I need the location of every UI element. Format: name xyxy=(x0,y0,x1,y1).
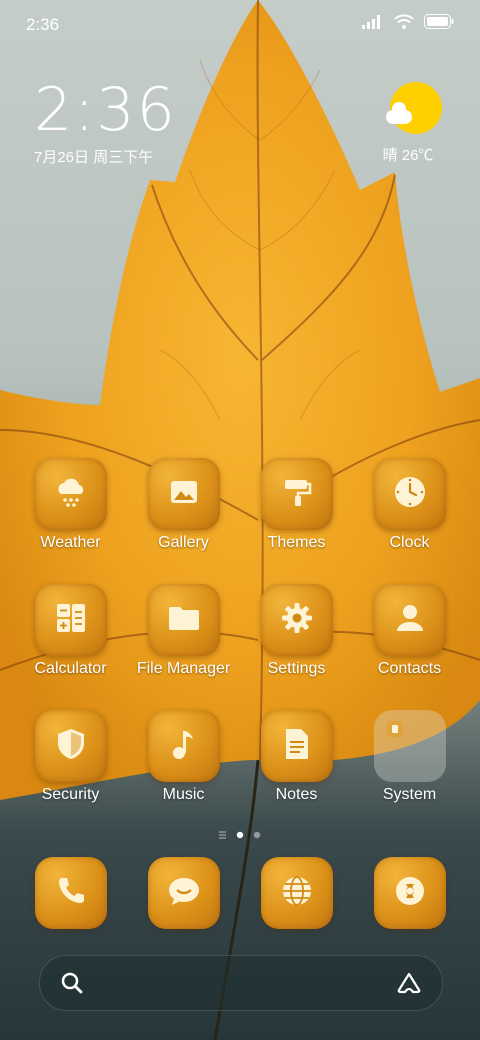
app-label: Themes xyxy=(267,534,326,551)
app-contacts[interactable]: Contacts xyxy=(353,584,466,678)
widget-date: 7月26日 周三下午 xyxy=(34,149,154,166)
message-icon xyxy=(166,875,202,912)
app-settings[interactable]: Settings xyxy=(240,584,353,678)
status-bar: 2:36 xyxy=(0,0,480,50)
assistant-icon[interactable] xyxy=(396,971,422,1000)
app-label: Notes xyxy=(275,786,318,803)
widget-time: 2:36 xyxy=(34,75,177,145)
image-icon xyxy=(167,475,201,514)
music-note-icon xyxy=(169,727,199,766)
app-label: Calculator xyxy=(34,660,107,677)
app-clock[interactable]: Clock xyxy=(353,458,466,552)
dock-camera[interactable] xyxy=(353,857,466,929)
app-music[interactable]: Music xyxy=(127,710,240,804)
signal-icon xyxy=(362,14,384,34)
search-bar[interactable] xyxy=(39,955,443,1011)
note-icon xyxy=(283,727,311,766)
search-icon xyxy=(60,971,84,1000)
app-label: Weather xyxy=(40,534,101,551)
app-system-folder[interactable]: System xyxy=(353,710,466,804)
list-icon xyxy=(219,831,226,839)
dock-browser[interactable] xyxy=(240,857,353,929)
gear-icon xyxy=(279,600,315,641)
sunny-cloud-icon xyxy=(386,82,442,134)
calculator-icon xyxy=(54,601,88,640)
app-label: Music xyxy=(162,786,205,803)
clock-widget[interactable]: 2:36 7月26日 周三下午 xyxy=(34,78,177,167)
app-security[interactable]: Security xyxy=(14,710,127,804)
battery-icon xyxy=(424,14,454,34)
cloud-snow-icon xyxy=(53,474,89,515)
app-calculator[interactable]: Calculator xyxy=(14,584,127,678)
app-notes[interactable]: Notes xyxy=(240,710,353,804)
dock-phone[interactable] xyxy=(14,857,127,929)
person-icon xyxy=(393,601,427,640)
app-label: Gallery xyxy=(158,534,209,551)
weather-widget[interactable]: 晴 26℃ xyxy=(382,82,446,165)
dock-messages[interactable] xyxy=(127,857,240,929)
app-label: Settings xyxy=(267,660,326,677)
folder-icon xyxy=(166,601,202,640)
app-file-manager[interactable]: File Manager xyxy=(127,584,240,678)
camera-icon xyxy=(393,874,427,913)
app-label: System xyxy=(382,786,437,803)
phone-icon xyxy=(55,875,87,912)
paint-roller-icon xyxy=(280,475,314,514)
page-dot-active xyxy=(236,831,244,839)
folder-group-icon xyxy=(386,720,404,743)
app-label: Clock xyxy=(389,534,430,551)
app-themes[interactable]: Themes xyxy=(240,458,353,552)
status-time: 2:36 xyxy=(26,15,60,34)
clock-icon xyxy=(392,474,428,515)
browser-icon xyxy=(280,874,314,913)
app-weather[interactable]: Weather xyxy=(14,458,127,552)
page-indicator[interactable] xyxy=(0,828,480,846)
app-gallery[interactable]: Gallery xyxy=(127,458,240,552)
app-label: File Manager xyxy=(136,660,231,677)
app-label: Contacts xyxy=(377,660,442,677)
weather-text: 晴 26℃ xyxy=(382,147,434,164)
page-dot xyxy=(253,831,261,839)
wifi-icon xyxy=(394,14,414,34)
shield-icon xyxy=(55,727,87,766)
app-label: Security xyxy=(41,786,100,803)
